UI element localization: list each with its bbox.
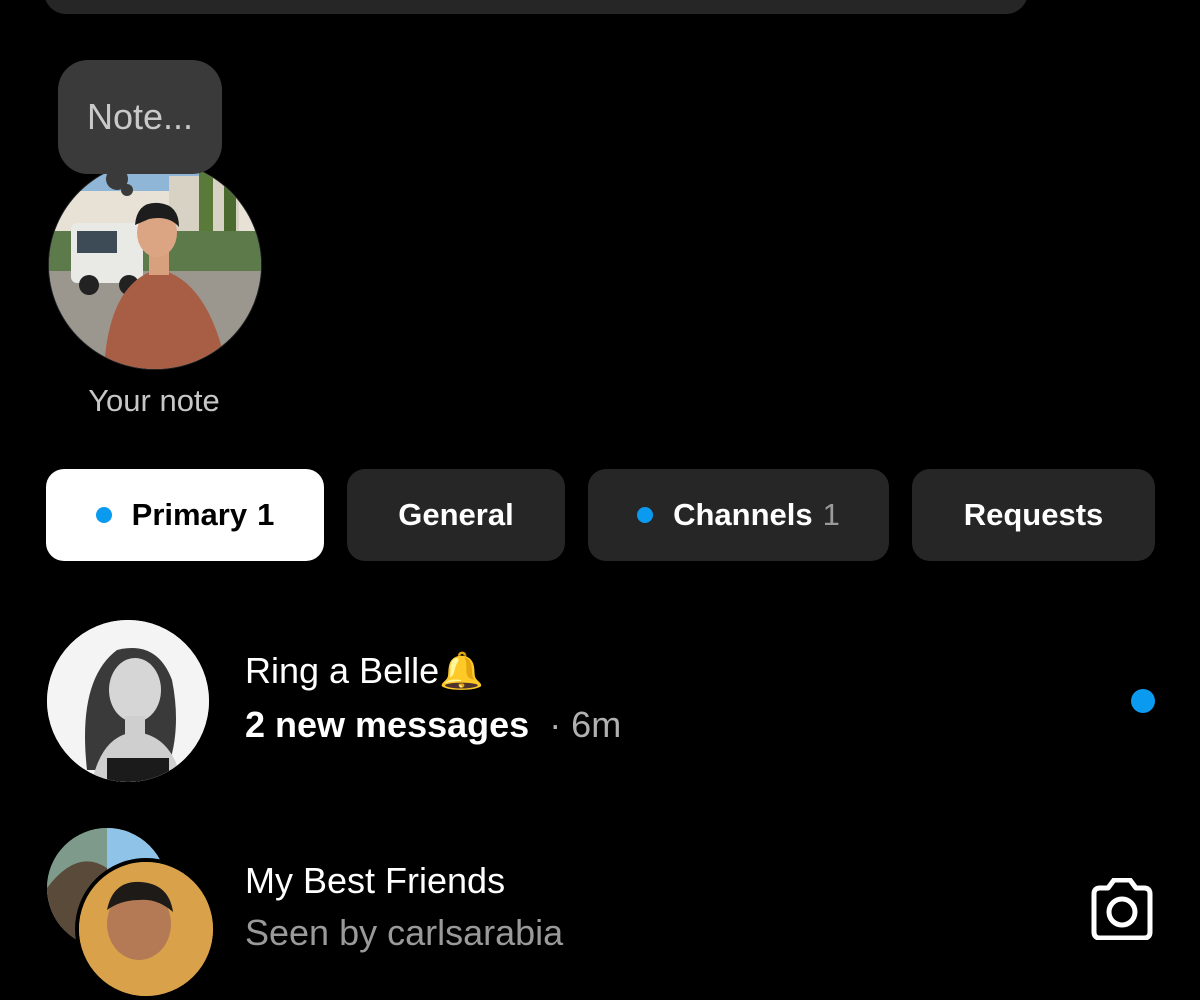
profile-photo-icon: [49, 161, 261, 369]
tab-primary-count: 1: [257, 497, 275, 532]
tab-channels-label: Channels: [673, 497, 813, 532]
friend-photo-icon: [79, 862, 213, 996]
conversation-name[interactable]: Ring a Belle🔔: [245, 650, 484, 692]
conversation-preview: 2 new messages: [245, 704, 530, 745]
conversation-time: · 6m: [549, 704, 622, 745]
unread-dot-icon: [95, 507, 112, 523]
conversation-preview-line: 2 new messages · 6m: [245, 704, 621, 746]
your-note-label: Your note: [88, 383, 220, 418]
tab-general[interactable]: General: [347, 469, 565, 561]
tab-channels-count: 1: [822, 497, 840, 532]
conversation-preview: Seen by carlsarabia: [245, 912, 564, 953]
avatar-photo-icon: [47, 620, 209, 782]
tab-requests-label: Requests: [963, 497, 1104, 532]
tab-channels[interactable]: Channels 1: [588, 469, 889, 561]
tab-primary[interactable]: Primary 1: [46, 469, 324, 561]
note-bubble-tail-small: [121, 184, 133, 196]
unread-dot-icon: [637, 507, 654, 523]
note-placeholder: Note...: [86, 96, 194, 137]
tab-requests[interactable]: Requests: [912, 469, 1155, 561]
unread-dot-icon: [1131, 689, 1155, 713]
tab-general-label: General: [398, 497, 514, 532]
your-note-avatar[interactable]: [48, 160, 262, 370]
conversation-name[interactable]: My Best Friends: [245, 860, 505, 902]
camera-icon[interactable]: [1088, 877, 1156, 945]
group-avatar-front[interactable]: [75, 858, 217, 1000]
tab-primary-label: Primary: [131, 497, 248, 532]
search-bar[interactable]: [44, 0, 1028, 14]
note-bubble[interactable]: Note...: [58, 60, 222, 174]
conversation-avatar[interactable]: [47, 620, 209, 782]
